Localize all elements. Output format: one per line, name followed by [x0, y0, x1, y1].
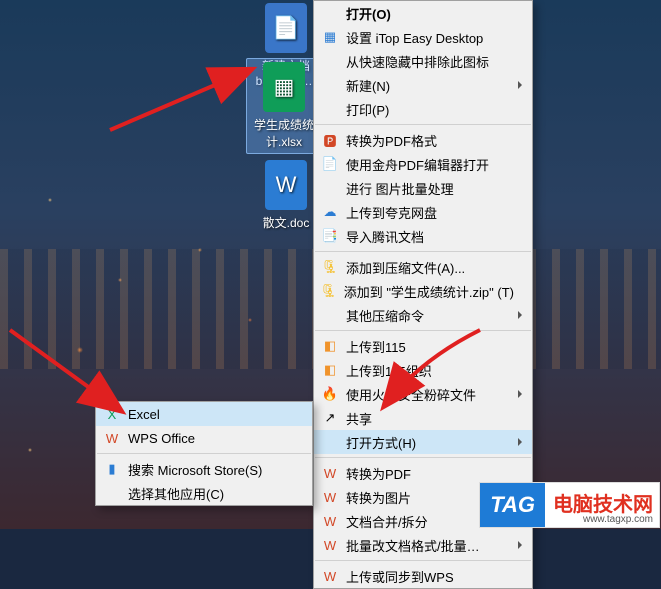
archive-icon: 🗜 — [320, 259, 340, 275]
share-icon: ↗ — [320, 410, 340, 426]
menu-add-archive[interactable]: 🗜添加到压缩文件(A)... — [314, 255, 532, 279]
separator — [315, 124, 531, 125]
store-icon: ▮ — [102, 461, 122, 477]
menu-share[interactable]: ↗共享 — [314, 406, 532, 430]
text-file-icon: 📄 — [265, 3, 307, 53]
wps-cloud-icon: W — [320, 568, 340, 584]
wps-icon: W — [320, 489, 340, 505]
menu-open[interactable]: 打开(O) — [314, 1, 532, 25]
shred-icon: 🔥 — [320, 386, 340, 402]
openwith-wps[interactable]: WWPS Office — [96, 426, 312, 450]
menu-new[interactable]: 新建(N) — [314, 73, 532, 97]
tencent-doc-icon: 📑 — [320, 228, 340, 244]
icon-label: 学生成绩统计.xlsx — [247, 116, 321, 150]
separator — [315, 330, 531, 331]
menu-exclude-quick-hide[interactable]: 从快速隐藏中排除此图标 — [314, 49, 532, 73]
separator — [315, 457, 531, 458]
menu-add-zip[interactable]: 🗜添加到 "学生成绩统计.zip" (T) — [314, 279, 532, 303]
wps-icon: W — [320, 513, 340, 529]
menu-itop-desktop[interactable]: ▦设置 iTop Easy Desktop — [314, 25, 532, 49]
wps-icon: W — [320, 465, 340, 481]
context-menu-open-with: XExcel WWPS Office ▮搜索 Microsoft Store(S… — [95, 401, 313, 506]
menu-print[interactable]: 打印(P) — [314, 97, 532, 121]
openwith-store[interactable]: ▮搜索 Microsoft Store(S) — [96, 457, 312, 481]
menu-tencent-doc[interactable]: 📑导入腾讯文档 — [314, 224, 532, 248]
menu-upload-115[interactable]: ◧上传到115 — [314, 334, 532, 358]
desktop-icon-xlsx[interactable]: ▦ 学生成绩统计.xlsx — [246, 58, 322, 154]
separator — [315, 251, 531, 252]
menu-open-with[interactable]: 打开方式(H) — [314, 430, 532, 454]
xlsx-file-icon: ▦ — [263, 62, 305, 112]
separator — [315, 560, 531, 561]
pdf-icon: 🅿 — [320, 132, 340, 148]
separator — [97, 453, 311, 454]
115-org-icon: ◧ — [320, 362, 340, 378]
pdf-edit-icon: 📄 — [320, 156, 340, 172]
cloud-icon: ☁ — [320, 204, 340, 220]
excel-icon: X — [102, 406, 122, 422]
watermark-tag: TAG 电脑技术网 www.tagxp.com — [479, 482, 660, 528]
wps-icon: W — [320, 537, 340, 553]
grid-icon: ▦ — [320, 29, 340, 45]
tag-text: 电脑技术网 — [545, 495, 659, 516]
menu-image-batch[interactable]: 进行 图片批量处理 — [314, 176, 532, 200]
menu-huorong-shred[interactable]: 🔥使用火绒安全粉碎文件 — [314, 382, 532, 406]
wps-icon: W — [102, 430, 122, 446]
tag-url: www.tagxp.com — [583, 514, 653, 525]
menu-jinzhou-pdf[interactable]: 📄使用金舟PDF编辑器打开 — [314, 152, 532, 176]
openwith-choose[interactable]: 选择其他应用(C) — [96, 481, 312, 505]
menu-upload-quark[interactable]: ☁上传到夸克网盘 — [314, 200, 532, 224]
menu-wps-batch[interactable]: W批量改文档格式/批量… — [314, 533, 532, 557]
menu-convert-pdf[interactable]: 🅿转换为PDF格式 — [314, 128, 532, 152]
tag-badge: TAG — [480, 483, 545, 527]
menu-wps-cloud[interactable]: W上传或同步到WPS — [314, 564, 532, 588]
archive-icon: 🗜 — [320, 283, 338, 299]
115-icon: ◧ — [320, 338, 340, 354]
openwith-excel[interactable]: XExcel — [96, 402, 312, 426]
menu-other-compress[interactable]: 其他压缩命令 — [314, 303, 532, 327]
doc-file-icon: W — [265, 160, 307, 210]
menu-upload-115-org[interactable]: ◧上传到115组织 — [314, 358, 532, 382]
